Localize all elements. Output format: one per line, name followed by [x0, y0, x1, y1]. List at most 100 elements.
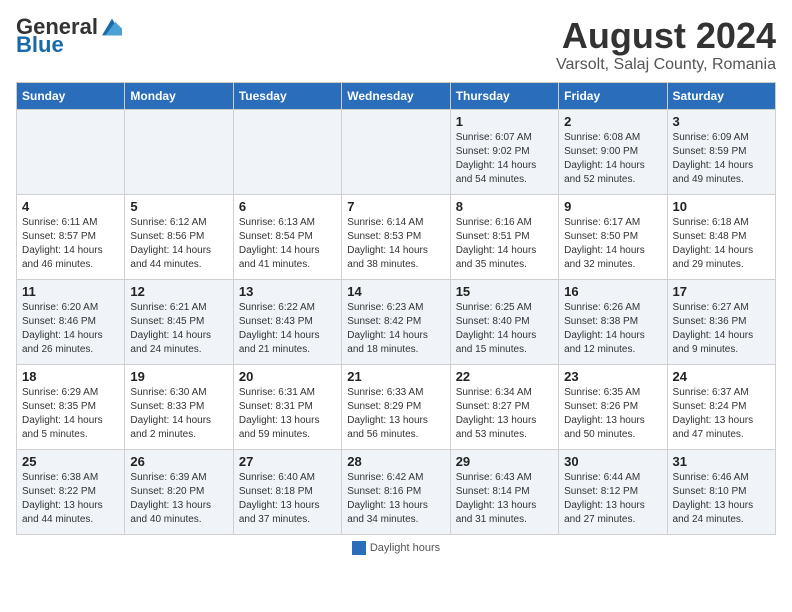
day-info: Sunrise: 6:21 AM Sunset: 8:45 PM Dayligh… — [130, 301, 227, 357]
day-info: Sunrise: 6:14 AM Sunset: 8:53 PM Dayligh… — [347, 216, 444, 272]
calendar-cell: 27Sunrise: 6:40 AM Sunset: 8:18 PM Dayli… — [233, 449, 341, 534]
day-number: 11 — [22, 284, 119, 299]
calendar-body: 1 Sunrise: 6:07 AM Sunset: 9:02 PM Daylig… — [17, 109, 776, 534]
calendar-cell: 3 Sunrise: 6:09 AM Sunset: 8:59 PM Daylig… — [667, 109, 775, 194]
calendar-cell: 18Sunrise: 6:29 AM Sunset: 8:35 PM Dayli… — [17, 364, 125, 449]
day-info: Sunrise: 6:30 AM Sunset: 8:33 PM Dayligh… — [130, 386, 227, 442]
day-info: Sunrise: 6:25 AM Sunset: 8:40 PM Dayligh… — [456, 301, 553, 357]
day-number: 21 — [347, 369, 444, 384]
calendar-cell — [17, 109, 125, 194]
day-number: 5 — [130, 199, 227, 214]
footer: Daylight hours — [16, 541, 776, 555]
column-header-wednesday: Wednesday — [342, 82, 450, 109]
day-number: 24 — [673, 369, 770, 384]
day-number: 22 — [456, 369, 553, 384]
day-info: Sunrise: 6:44 AM Sunset: 8:12 PM Dayligh… — [564, 471, 661, 527]
day-info: Sunrise: 6:35 AM Sunset: 8:26 PM Dayligh… — [564, 386, 661, 442]
daylight-label: Daylight hours — [370, 542, 440, 554]
day-info: Sunrise: 6:08 AM Sunset: 9:00 PM Dayligh… — [564, 131, 661, 187]
calendar-cell: 9Sunrise: 6:17 AM Sunset: 8:50 PM Daylig… — [559, 194, 667, 279]
calendar-cell: 20Sunrise: 6:31 AM Sunset: 8:31 PM Dayli… — [233, 364, 341, 449]
day-info: Sunrise: 6:42 AM Sunset: 8:16 PM Dayligh… — [347, 471, 444, 527]
calendar-cell: 28 Sunrise: 6:42 AM Sunset: 8:16 PM Dayli… — [342, 449, 450, 534]
day-number: 13 — [239, 284, 336, 299]
day-info: Sunrise: 6:13 AM Sunset: 8:54 PM Dayligh… — [239, 216, 336, 272]
calendar-week-2: 4 Sunrise: 6:11 AM Sunset: 8:57 PM Daylig… — [17, 194, 776, 279]
calendar-cell: 8 Sunrise: 6:16 AM Sunset: 8:51 PM Daylig… — [450, 194, 558, 279]
column-header-tuesday: Tuesday — [233, 82, 341, 109]
page-header: General Blue August 2024 Varsolt, Salaj … — [16, 16, 776, 74]
calendar-week-1: 1 Sunrise: 6:07 AM Sunset: 9:02 PM Daylig… — [17, 109, 776, 194]
day-number: 12 — [130, 284, 227, 299]
calendar-cell — [342, 109, 450, 194]
day-info: Sunrise: 6:07 AM Sunset: 9:02 PM Dayligh… — [456, 131, 553, 187]
calendar-cell: 19 Sunrise: 6:30 AM Sunset: 8:33 PM Dayli… — [125, 364, 233, 449]
calendar-cell: 25Sunrise: 6:38 AM Sunset: 8:22 PM Dayli… — [17, 449, 125, 534]
calendar-cell: 15 Sunrise: 6:25 AM Sunset: 8:40 PM Dayli… — [450, 279, 558, 364]
day-number: 26 — [130, 454, 227, 469]
logo: General Blue — [16, 16, 122, 56]
day-number: 23 — [564, 369, 661, 384]
day-number: 16 — [564, 284, 661, 299]
column-header-sunday: Sunday — [17, 82, 125, 109]
day-info: Sunrise: 6:37 AM Sunset: 8:24 PM Dayligh… — [673, 386, 770, 442]
day-number: 27 — [239, 454, 336, 469]
day-number: 28 — [347, 454, 444, 469]
day-info: Sunrise: 6:43 AM Sunset: 8:14 PM Dayligh… — [456, 471, 553, 527]
day-number: 19 — [130, 369, 227, 384]
day-number: 8 — [456, 199, 553, 214]
calendar-cell: 24 Sunrise: 6:37 AM Sunset: 8:24 PM Dayli… — [667, 364, 775, 449]
calendar-cell: 11 Sunrise: 6:20 AM Sunset: 8:46 PM Dayli… — [17, 279, 125, 364]
day-number: 2 — [564, 114, 661, 129]
day-number: 15 — [456, 284, 553, 299]
calendar-cell: 6 Sunrise: 6:13 AM Sunset: 8:54 PM Daylig… — [233, 194, 341, 279]
calendar-cell: 31 Sunrise: 6:46 AM Sunset: 8:10 PM Dayli… — [667, 449, 775, 534]
day-number: 3 — [673, 114, 770, 129]
calendar-cell: 14Sunrise: 6:23 AM Sunset: 8:42 PM Dayli… — [342, 279, 450, 364]
day-number: 7 — [347, 199, 444, 214]
calendar-week-4: 18Sunrise: 6:29 AM Sunset: 8:35 PM Dayli… — [17, 364, 776, 449]
day-number: 31 — [673, 454, 770, 469]
calendar-cell: 26 Sunrise: 6:39 AM Sunset: 8:20 PM Dayli… — [125, 449, 233, 534]
day-info: Sunrise: 6:46 AM Sunset: 8:10 PM Dayligh… — [673, 471, 770, 527]
day-info: Sunrise: 6:33 AM Sunset: 8:29 PM Dayligh… — [347, 386, 444, 442]
day-number: 14 — [347, 284, 444, 299]
day-info: Sunrise: 6:11 AM Sunset: 8:57 PM Dayligh… — [22, 216, 119, 272]
day-number: 10 — [673, 199, 770, 214]
day-number: 29 — [456, 454, 553, 469]
day-number: 6 — [239, 199, 336, 214]
day-number: 30 — [564, 454, 661, 469]
calendar-cell: 12 Sunrise: 6:21 AM Sunset: 8:45 PM Dayli… — [125, 279, 233, 364]
calendar-cell: 29 Sunrise: 6:43 AM Sunset: 8:14 PM Dayli… — [450, 449, 558, 534]
column-header-thursday: Thursday — [450, 82, 558, 109]
day-number: 17 — [673, 284, 770, 299]
title-block: August 2024 Varsolt, Salaj County, Roman… — [556, 16, 776, 74]
calendar-cell — [233, 109, 341, 194]
calendar-cell: 4 Sunrise: 6:11 AM Sunset: 8:57 PM Daylig… — [17, 194, 125, 279]
day-info: Sunrise: 6:39 AM Sunset: 8:20 PM Dayligh… — [130, 471, 227, 527]
day-number: 4 — [22, 199, 119, 214]
day-info: Sunrise: 6:38 AM Sunset: 8:22 PM Dayligh… — [22, 471, 119, 527]
main-title: August 2024 — [556, 16, 776, 56]
legend-item-daylight: Daylight hours — [352, 541, 440, 555]
day-info: Sunrise: 6:26 AM Sunset: 8:38 PM Dayligh… — [564, 301, 661, 357]
calendar-cell — [125, 109, 233, 194]
column-header-saturday: Saturday — [667, 82, 775, 109]
day-info: Sunrise: 6:27 AM Sunset: 8:36 PM Dayligh… — [673, 301, 770, 357]
column-header-friday: Friday — [559, 82, 667, 109]
day-info: Sunrise: 6:29 AM Sunset: 8:35 PM Dayligh… — [22, 386, 119, 442]
day-info: Sunrise: 6:34 AM Sunset: 8:27 PM Dayligh… — [456, 386, 553, 442]
logo-icon — [102, 17, 122, 37]
day-info: Sunrise: 6:20 AM Sunset: 8:46 PM Dayligh… — [22, 301, 119, 357]
calendar-cell: 21 Sunrise: 6:33 AM Sunset: 8:29 PM Dayli… — [342, 364, 450, 449]
calendar-cell: 10Sunrise: 6:18 AM Sunset: 8:48 PM Dayli… — [667, 194, 775, 279]
day-info: Sunrise: 6:16 AM Sunset: 8:51 PM Dayligh… — [456, 216, 553, 272]
calendar-cell: 13Sunrise: 6:22 AM Sunset: 8:43 PM Dayli… — [233, 279, 341, 364]
calendar-week-3: 11 Sunrise: 6:20 AM Sunset: 8:46 PM Dayli… — [17, 279, 776, 364]
day-number: 1 — [456, 114, 553, 129]
calendar-cell: 23 Sunrise: 6:35 AM Sunset: 8:26 PM Dayli… — [559, 364, 667, 449]
calendar-cell: 22 Sunrise: 6:34 AM Sunset: 8:27 PM Dayli… — [450, 364, 558, 449]
calendar-header-row: SundayMondayTuesdayWednesdayThursdayFrid… — [17, 82, 776, 109]
subtitle: Varsolt, Salaj County, Romania — [556, 56, 776, 74]
day-info: Sunrise: 6:09 AM Sunset: 8:59 PM Dayligh… — [673, 131, 770, 187]
